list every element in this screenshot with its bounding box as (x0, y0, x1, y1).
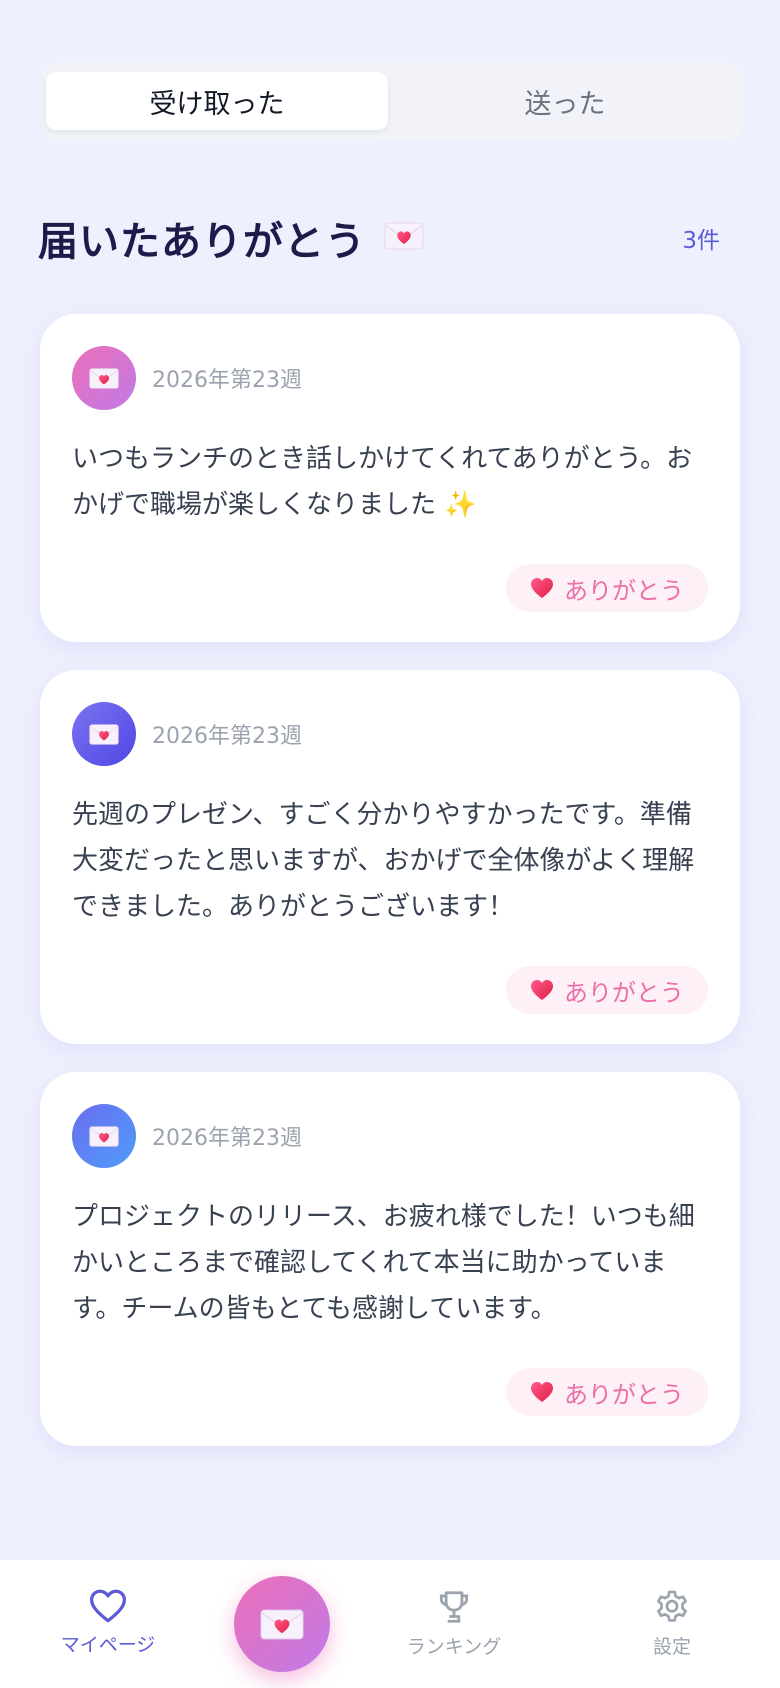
tab-sent[interactable]: 送った (394, 72, 736, 130)
nav-ranking-label: ランキング (406, 1636, 502, 1658)
nav-settings[interactable]: 設定 (592, 1588, 752, 1659)
love-letter-icon (384, 222, 424, 254)
message-card: 2026年第23週 いつもランチのとき話しかけてくれてありがとう。おかげで職場が… (40, 314, 740, 642)
week-label: 2026年第23週 (152, 1126, 302, 1151)
week-label: 2026年第23週 (152, 724, 302, 749)
tab-received[interactable]: 受け取った (46, 72, 388, 130)
tab-switcher: 受け取った 送った (42, 62, 742, 140)
heart-icon (530, 979, 554, 1001)
love-letter-icon (89, 724, 119, 745)
love-letter-icon (260, 1609, 304, 1640)
heart-icon (530, 1381, 554, 1403)
thanks-button-label: ありがとう (564, 978, 684, 1007)
message-list: 2026年第23週 いつもランチのとき話しかけてくれてありがとう。おかげで職場が… (40, 314, 740, 1474)
message-text: プロジェクトのリリース、お疲れ様でした！いつも細かいところまで確認してくれて本当… (72, 1202, 695, 1324)
message-text: いつもランチのとき話しかけてくれてありがとう。おかげで職場が楽しくなりました ✨ (72, 444, 693, 520)
gear-icon (657, 1590, 687, 1622)
trophy-icon (439, 1591, 469, 1623)
avatar (72, 702, 136, 766)
section-title: 届いたありがとう (38, 219, 366, 265)
app-screen: 受け取った 送った 届いたありがとう 3件 2026年第23週 いつもランチのと… (0, 0, 780, 1688)
nav-ranking[interactable]: ランキング (374, 1588, 534, 1659)
message-card: 2026年第23週 先週のプレゼン、すごく分かりやすかったです。準備大変だったと… (40, 670, 740, 1044)
thanks-button-label: ありがとう (564, 1380, 684, 1409)
bottom-nav: マイページ ランキング 設定 (0, 1560, 780, 1688)
send-thanks-button[interactable] (234, 1576, 330, 1672)
nav-settings-label: 設定 (652, 1636, 691, 1658)
nav-mypage-label: マイページ (60, 1634, 156, 1656)
heart-outline-icon (89, 1589, 126, 1623)
love-letter-icon (89, 368, 119, 389)
section-header: 届いたありがとう 3件 (38, 210, 738, 266)
thanks-button[interactable]: ありがとう (506, 564, 708, 612)
avatar (72, 346, 136, 410)
heart-icon (530, 577, 554, 599)
message-count: 3件 (682, 228, 720, 254)
love-letter-icon (89, 1126, 119, 1147)
nav-mypage[interactable]: マイページ (28, 1588, 188, 1657)
message-card: 2026年第23週 プロジェクトのリリース、お疲れ様でした！いつも細かいところま… (40, 1072, 740, 1446)
message-text: 先週のプレゼン、すごく分かりやすかったです。準備大変だったと思いますが、おかげで… (72, 800, 695, 922)
thanks-button-label: ありがとう (564, 576, 684, 605)
avatar (72, 1104, 136, 1168)
thanks-button[interactable]: ありがとう (506, 966, 708, 1014)
thanks-button[interactable]: ありがとう (506, 1368, 708, 1416)
week-label: 2026年第23週 (152, 368, 302, 393)
